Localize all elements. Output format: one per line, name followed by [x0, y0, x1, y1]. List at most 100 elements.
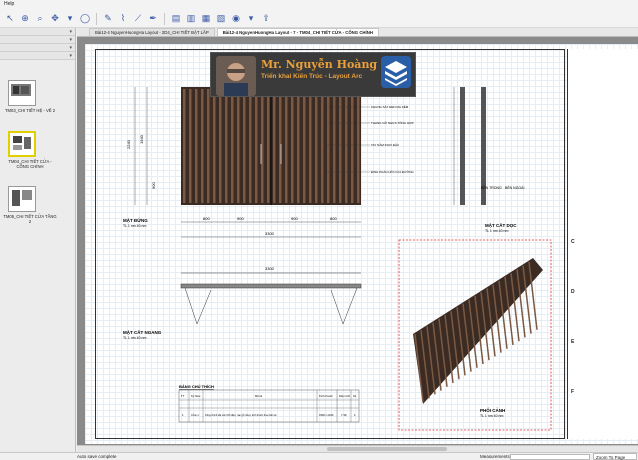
- tab-document-active[interactable]: Bài12-4 NguyenHuongHa Layout - 7 - TM04_…: [216, 28, 379, 36]
- dim-mid2: 900: [291, 216, 298, 221]
- circle-tool-icon[interactable]: ◯: [79, 13, 91, 25]
- measurements-input[interactable]: [510, 454, 590, 460]
- gate-slat: [225, 89, 228, 203]
- table-cell: 3300 x 2240: [319, 413, 334, 417]
- gate-slat: [213, 89, 216, 203]
- pencil-icon[interactable]: ✎: [102, 13, 114, 25]
- avatar: [216, 56, 256, 96]
- chevron-down-icon[interactable]: ▾: [69, 29, 72, 35]
- table-header-area: Diện tích: [339, 394, 350, 398]
- share-icon[interactable]: ⇪: [260, 13, 272, 25]
- brush-icon[interactable]: ⌇: [117, 13, 129, 25]
- paper-sheet[interactable]: 2240 1940 900 800 900 900 800 3300 MẶT Đ…: [85, 44, 638, 444]
- sidebar-section[interactable]: ▾: [0, 52, 75, 60]
- pages-sidebar: ▾ ▾ ▾ ▾ TM03_CHI TIẾT HỆ - VẾ 2 TM04_CHI…: [0, 28, 76, 452]
- menu-help[interactable]: Help: [4, 1, 14, 7]
- section-v-scale: TL 1 nm 40 nm: [485, 229, 508, 233]
- elevation-label: MẶT ĐỨNG: [123, 217, 148, 223]
- gate-slat: [285, 89, 288, 203]
- gate-slat: [315, 89, 318, 203]
- status-text: Auto save complete: [77, 454, 117, 459]
- duplicate-page-icon[interactable]: ▦: [200, 13, 212, 25]
- gate-slat: [249, 89, 252, 203]
- page-icon[interactable]: ▤: [170, 13, 182, 25]
- gate-slat: [255, 89, 258, 203]
- chevron-down-icon[interactable]: ▾: [69, 37, 72, 43]
- add-page-icon[interactable]: ▥: [185, 13, 197, 25]
- pan-icon[interactable]: ✥: [49, 13, 61, 25]
- plan-dim: 3300: [265, 266, 275, 271]
- gate-slat: [189, 89, 192, 203]
- table-cell: 1: [354, 413, 356, 417]
- titleblock-letter: E: [571, 339, 575, 345]
- chevron-down-icon[interactable]: ▾: [69, 53, 72, 59]
- delete-page-icon[interactable]: ▧: [215, 13, 227, 25]
- gate-slat: [309, 89, 312, 203]
- dropdown-arrow-icon[interactable]: ▾: [64, 13, 76, 25]
- page-thumbnail-label[interactable]: TM04_CHI TIẾT CỬA - CỔNG CHÍNH: [2, 159, 58, 169]
- color-picker-icon[interactable]: ◉: [230, 13, 242, 25]
- titleblock-letter: F: [571, 389, 575, 395]
- statusbar: Auto save complete Measurements Zoom To …: [0, 452, 638, 460]
- table-header-qty: SL: [353, 394, 357, 398]
- measurements-label: Measurements: [480, 454, 510, 459]
- tab-document[interactable]: Bài12-4 NguyenHuongHa Layout - 2D4_CHI T…: [89, 28, 215, 36]
- page-thumbnail[interactable]: [8, 80, 36, 106]
- toolbar-separator: [96, 12, 97, 25]
- table-cell: Cửa 1: [191, 413, 199, 417]
- note-stopper: ĐINH PHẢN HỒI CỬA ĐƯỜNG: [371, 169, 414, 174]
- gate-slat: [273, 89, 276, 203]
- note-frame: KHUNG SẮT ĐEN MẠ KẼM: [371, 104, 409, 109]
- perspective-label: PHỐI CẢNH: [480, 407, 505, 413]
- table-cell: 7.39: [341, 413, 347, 417]
- gate-slat: [195, 89, 198, 203]
- gate-slat: [357, 89, 360, 203]
- vertical-section: BÊN TRONG BÊN NGOÀI MẶT CẮT DỌC TL 1 nm …: [453, 87, 524, 233]
- dim-h2: 1940: [139, 134, 144, 144]
- note-slats: THANG GỖ NHỰA TỔNG HỢP: [371, 120, 414, 125]
- legend-table: BẢNG CHÚ THÍCH TT Ký hiệu Mô tả Kích thư…: [178, 384, 360, 423]
- presenter-subtitle: Triển khai Kiến Trúc - Layout Arc: [261, 73, 363, 80]
- horizontal-section: [180, 272, 362, 325]
- eraser-icon[interactable]: ⟋: [132, 13, 144, 25]
- toolbar: ↖ ⊕ ⌕ ✥ ▾ ◯ ✎ ⌇ ⟋ ✒ ▤ ▥ ▦ ▧ ◉ ▾ ⇪: [0, 10, 638, 28]
- gate-slat: [303, 89, 306, 203]
- toolbar-separator: [164, 12, 165, 25]
- dim-mid1: 900: [237, 216, 244, 221]
- gate-slat: [183, 89, 186, 203]
- sidebar-section[interactable]: ▾: [0, 36, 75, 44]
- gate-perspective: PHỐI CẢNH TL 1 nm 40 nm: [398, 239, 552, 431]
- elevation-scale: TL 1 nm 40 nm: [123, 224, 146, 228]
- gate-slat: [339, 89, 342, 203]
- pen-icon[interactable]: ✒: [147, 13, 159, 25]
- document-tabs: Bài12-4 NguyenHuongHa Layout - 2D4_CHI T…: [77, 28, 638, 37]
- horizontal-scrollbar[interactable]: [77, 445, 638, 452]
- chevron-down-icon[interactable]: ▾: [245, 13, 257, 25]
- gate-slat: [243, 89, 246, 203]
- drawing-canvas[interactable]: 2240 1940 900 800 900 900 800 3300 MẶT Đ…: [77, 37, 638, 452]
- titleblock-letter: D: [571, 289, 575, 295]
- sidebar-header[interactable]: ▾: [0, 28, 75, 36]
- dim-left: 800: [203, 216, 210, 221]
- page-thumbnail-selected[interactable]: [8, 131, 36, 157]
- page-thumbnail[interactable]: [8, 186, 36, 212]
- gate-slat: [219, 89, 222, 203]
- zoom-icon[interactable]: ⌕: [34, 13, 46, 25]
- inside-label: BÊN TRONG: [481, 185, 502, 190]
- scrollbar-thumb[interactable]: [327, 447, 447, 451]
- gate-slat: [291, 89, 294, 203]
- gate-slat: [327, 89, 330, 203]
- zoom-in-icon[interactable]: ⊕: [19, 13, 31, 25]
- page-thumbnail-label[interactable]: TM03_CHI TIẾT HỆ - VẾ 2: [2, 108, 58, 113]
- section-v-label: MẶT CẮT DỌC: [485, 221, 517, 228]
- zoom-select[interactable]: Zoom To Page: [593, 453, 637, 460]
- chevron-down-icon[interactable]: ▾: [69, 45, 72, 51]
- table-header-tt: TT: [181, 394, 185, 398]
- page-thumbnail-label[interactable]: TM05_CHI TIẾT CỬA TẦNG 2: [2, 214, 58, 224]
- dim-right: 800: [330, 216, 337, 221]
- select-tool-icon[interactable]: ↖: [4, 13, 16, 25]
- gate-slat: [297, 89, 300, 203]
- presenter-name: Mr. Nguyễn Hoàng Hà: [261, 58, 399, 71]
- gate-slat: [345, 89, 348, 203]
- sidebar-section[interactable]: ▾: [0, 44, 75, 52]
